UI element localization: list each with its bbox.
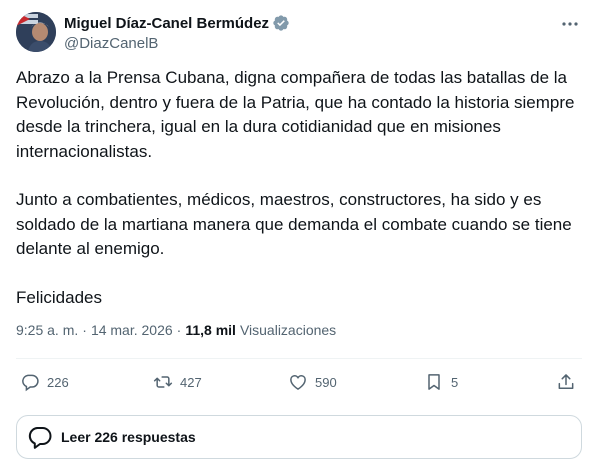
tweet-paragraph: Felicidades	[16, 287, 102, 307]
repost-count: 427	[180, 374, 202, 390]
verified-badge-icon[interactable]	[272, 14, 290, 32]
tweet-paragraph: Junto a combatientes, médicos, maestros,…	[16, 190, 572, 258]
bookmark-count: 5	[451, 374, 459, 390]
tweet-paragraph: Abrazo a la Prensa Cubana, digna compañe…	[16, 68, 575, 161]
reply-count: 226	[47, 374, 69, 390]
divider	[16, 358, 582, 359]
read-replies-label: Leer 226 respuestas	[61, 429, 196, 445]
action-bar: 226 427 590 5	[16, 370, 582, 396]
meta-separator: ·	[82, 322, 87, 338]
avatar[interactable]	[16, 12, 56, 52]
tweet-meta: 9:25 a. m. · 14 mar. 2026 · 11,8 mil Vis…	[16, 322, 336, 338]
like-count: 590	[315, 374, 337, 390]
reply-icon	[22, 374, 39, 392]
read-replies-button[interactable]: Leer 226 respuestas	[16, 415, 582, 459]
author-display-name[interactable]: Miguel Díaz-Canel Bermúdez	[64, 15, 269, 32]
share-icon	[558, 374, 574, 389]
like-icon	[290, 375, 306, 390]
more-options-icon[interactable]	[558, 14, 582, 34]
like-button[interactable]: 590	[288, 370, 337, 394]
share-button[interactable]	[556, 370, 576, 394]
views-label: Visualizaciones	[239, 322, 337, 338]
author-names: Miguel Díaz-Canel Bermúdez @DiazCanelB	[64, 13, 290, 52]
tweet-time[interactable]: 9:25 a. m.	[16, 322, 78, 338]
bookmark-button[interactable]: 5	[424, 370, 458, 394]
replies-bubble-icon	[28, 427, 52, 449]
bookmark-icon	[428, 374, 440, 390]
repost-button[interactable]: 427	[153, 370, 202, 394]
tweet-text: Abrazo a la Prensa Cubana, digna compañe…	[16, 66, 582, 334]
author-handle[interactable]: @DiazCanelB	[64, 35, 290, 52]
views-count: 11,8 mil	[185, 322, 236, 338]
tweet-header: Miguel Díaz-Canel Bermúdez @DiazCanelB	[16, 12, 582, 56]
repost-icon	[153, 376, 173, 388]
reply-button[interactable]: 226	[20, 370, 69, 394]
meta-separator: ·	[176, 322, 182, 338]
tweet-date[interactable]: 14 mar. 2026	[91, 322, 173, 338]
